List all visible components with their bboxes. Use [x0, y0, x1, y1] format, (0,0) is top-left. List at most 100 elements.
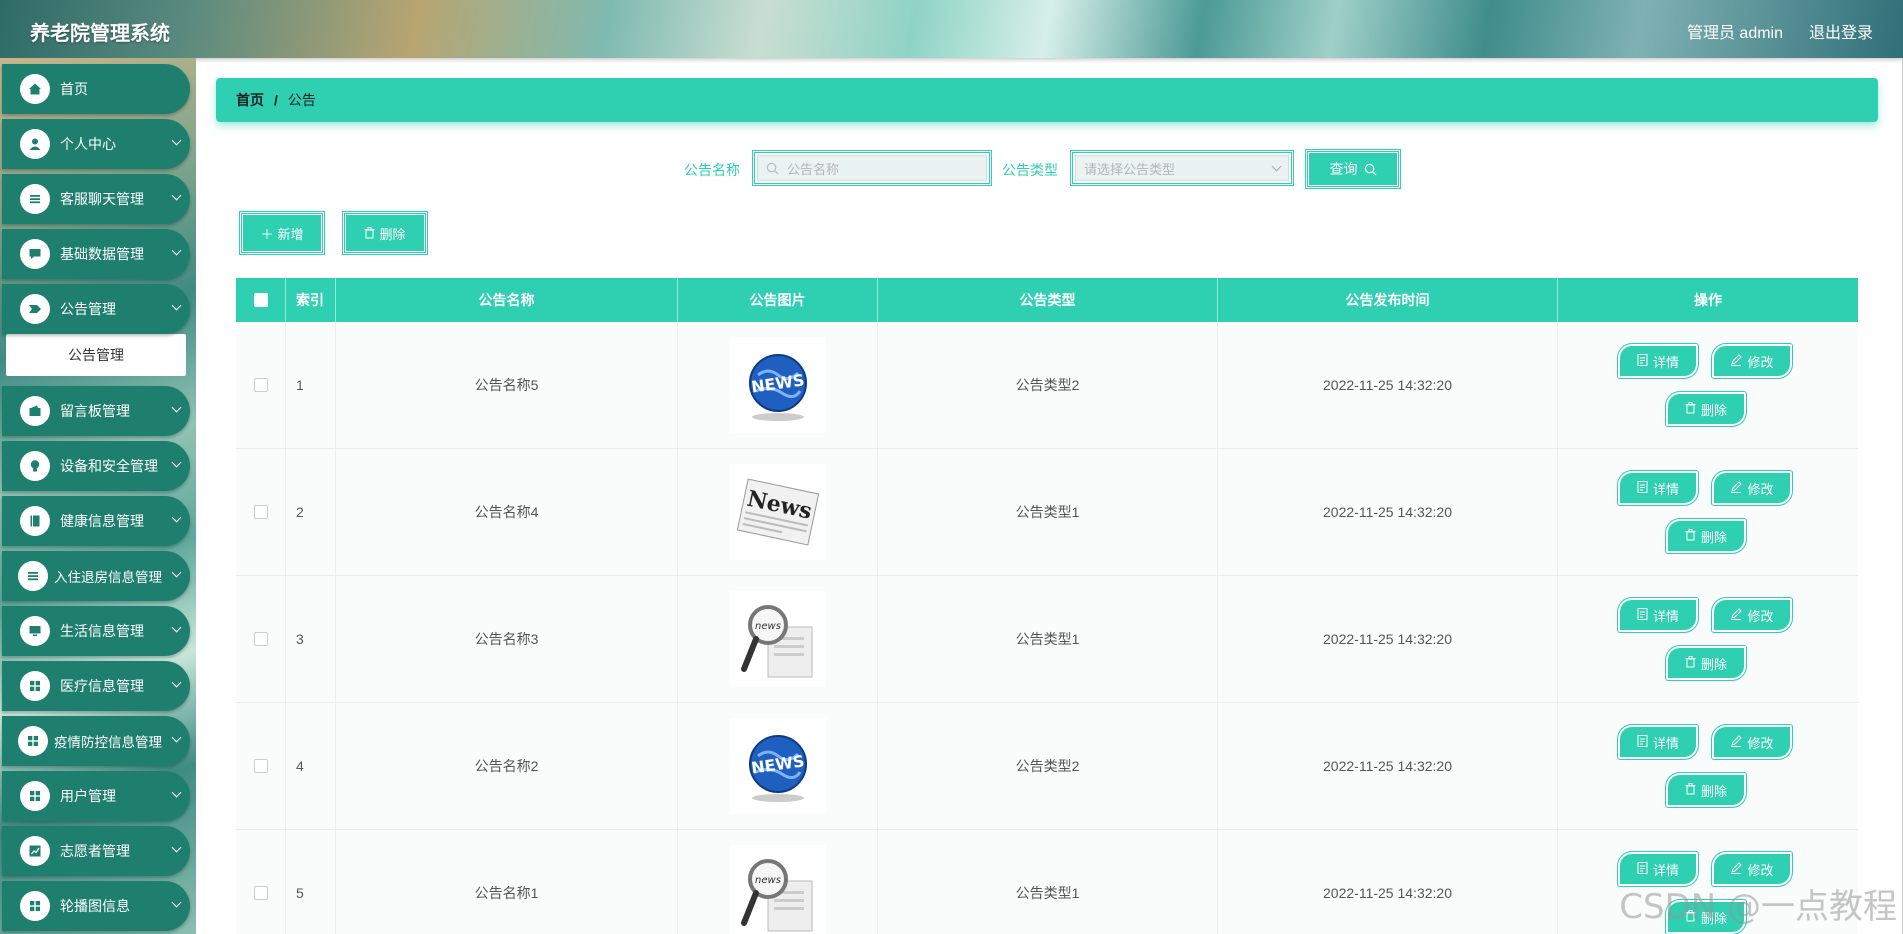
- book-icon: [20, 506, 50, 536]
- delete-label: 删除: [1700, 529, 1727, 545]
- row-checkbox[interactable]: [253, 759, 268, 773]
- column-header-actions: 操作: [1694, 292, 1722, 308]
- detail-icon: [1637, 353, 1648, 369]
- delete-button[interactable]: 删除: [1666, 392, 1746, 426]
- chart-icon: [20, 836, 50, 866]
- sidebar-item-label: 首页: [60, 81, 88, 97]
- breadcrumb-separator: /: [274, 92, 278, 108]
- table-row: 1 公告名称5 NEWS 公告类型2 2022-11-25 14:32:20 详情 修改 删除: [236, 322, 1858, 449]
- sidebar-item-0[interactable]: 首页: [2, 64, 190, 114]
- sidebar-item-label: 入住退房信息管理: [54, 570, 162, 585]
- query-label: 查询: [1329, 161, 1358, 177]
- sidebar-item-2[interactable]: 客服聊天管理: [2, 174, 190, 224]
- trash-icon: [364, 227, 375, 239]
- column-header-image: 公告图片: [678, 278, 878, 322]
- cell-type: 公告类型1: [878, 830, 1218, 934]
- row-select-cell: [236, 830, 286, 934]
- column-header-type: 公告类型: [878, 278, 1218, 322]
- sidebar-item-3[interactable]: 基础数据管理: [2, 229, 190, 279]
- chat-icon: [20, 239, 50, 269]
- wallet-icon: [20, 396, 50, 426]
- detail-icon: [1637, 861, 1648, 877]
- detail-button[interactable]: 详情: [1618, 344, 1698, 378]
- edit-label: 修改: [1747, 862, 1774, 878]
- cell-index: 1: [286, 322, 336, 448]
- cell-image: NEWS: [678, 703, 878, 829]
- sidebar-item-14[interactable]: 轮播图信息: [2, 881, 190, 931]
- detail-label: 详情: [1652, 354, 1679, 370]
- delete-button[interactable]: 删除: [1666, 646, 1746, 680]
- sidebar-item-4[interactable]: 公告管理: [2, 284, 190, 334]
- detail-button[interactable]: 详情: [1618, 725, 1698, 759]
- select-all-checkbox[interactable]: [253, 293, 268, 307]
- sidebar-item-label: 设备和安全管理: [60, 458, 158, 474]
- chevron-down-icon: [171, 457, 182, 468]
- cell-name: 公告名称5: [336, 322, 678, 448]
- edit-button[interactable]: 修改: [1712, 598, 1792, 632]
- row-checkbox[interactable]: [253, 886, 268, 900]
- delete-label: 删除: [1700, 402, 1727, 418]
- delete-button[interactable]: 删除: [1666, 519, 1746, 553]
- news-thumbnail-image: news: [729, 591, 826, 687]
- cell-time: 2022-11-25 14:32:20: [1218, 449, 1558, 575]
- trash-icon: [1685, 782, 1696, 798]
- submenu-item-announcement[interactable]: 公告管理: [6, 334, 186, 376]
- sidebar-item-9[interactable]: 生活信息管理: [2, 606, 190, 656]
- detail-label: 详情: [1652, 608, 1679, 624]
- sidebar-item-12[interactable]: 用户管理: [2, 771, 190, 821]
- sidebar-item-11[interactable]: 疫情防控信息管理: [2, 716, 190, 766]
- detail-button[interactable]: 详情: [1618, 598, 1698, 632]
- table-header: 索引 公告名称 公告图片 公告类型 公告发布时间 操作: [236, 278, 1858, 322]
- news-thumbnail-image: NEWS: [729, 337, 826, 433]
- query-button[interactable]: 查询: [1305, 149, 1401, 189]
- column-header-index: 索引: [286, 278, 336, 322]
- user-icon: [20, 129, 50, 159]
- sidebar-item-7[interactable]: 健康信息管理: [2, 496, 190, 546]
- edit-button[interactable]: 修改: [1712, 471, 1792, 505]
- edit-button[interactable]: 修改: [1712, 344, 1792, 378]
- edit-label: 修改: [1747, 735, 1774, 751]
- row-checkbox[interactable]: [253, 378, 268, 392]
- chevron-down-icon: [171, 245, 182, 256]
- sidebar-item-6[interactable]: 设备和安全管理: [2, 441, 190, 491]
- cell-name: 公告名称2: [336, 703, 678, 829]
- cell-name: 公告名称1: [336, 830, 678, 934]
- cell-actions: 详情 修改删除: [1558, 449, 1858, 575]
- news-thumbnail-image: News: [729, 464, 826, 560]
- sidebar-item-5[interactable]: 留言板管理: [2, 386, 190, 436]
- search-icon: [766, 162, 779, 174]
- add-label: 新增: [277, 226, 304, 242]
- search-name-input[interactable]: 公告名称: [752, 150, 992, 186]
- sidebar-item-1[interactable]: 个人中心: [2, 119, 190, 169]
- detail-button[interactable]: 详情: [1618, 471, 1698, 505]
- sidebar-item-10[interactable]: 医疗信息管理: [2, 661, 190, 711]
- edit-label: 修改: [1747, 481, 1774, 497]
- row-checkbox[interactable]: [253, 632, 268, 646]
- delete-button[interactable]: 删除: [1666, 773, 1746, 807]
- detail-label: 详情: [1652, 481, 1679, 497]
- breadcrumb-home[interactable]: 首页: [236, 90, 264, 110]
- news-thumbnail-image: NEWS: [729, 718, 826, 814]
- bulb-icon: [20, 451, 50, 481]
- delete-label: 删除: [1700, 656, 1727, 672]
- sidebar-item-label: 生活信息管理: [60, 623, 144, 639]
- sidebar-item-13[interactable]: 志愿者管理: [2, 826, 190, 876]
- sidebar-item-label: 健康信息管理: [60, 513, 144, 529]
- table-row: 5 公告名称1 news 公告类型1 2022-11-25 14:32:20 详情 修改 删除: [236, 830, 1858, 934]
- admin-user-label[interactable]: 管理员 admin: [1687, 19, 1783, 43]
- cell-time: 2022-11-25 14:32:20: [1218, 703, 1558, 829]
- sidebar-item-label: 公告管理: [60, 301, 116, 317]
- cell-name: 公告名称4: [336, 449, 678, 575]
- batch-delete-button[interactable]: 删除: [342, 211, 428, 255]
- sidebar-item-8[interactable]: 入住退房信息管理: [2, 551, 190, 601]
- edit-label: 修改: [1747, 354, 1774, 370]
- detail-icon: [1637, 480, 1648, 496]
- search-type-select[interactable]: 请选择公告类型: [1070, 150, 1294, 186]
- cell-image: news: [678, 830, 878, 934]
- add-button[interactable]: ＋ 新增: [239, 211, 325, 255]
- row-checkbox[interactable]: [253, 505, 268, 519]
- logout-link[interactable]: 退出登录: [1809, 19, 1873, 43]
- breadcrumb-current: 公告: [287, 92, 316, 108]
- edit-button[interactable]: 修改: [1712, 725, 1792, 759]
- edit-icon: [1730, 607, 1743, 623]
